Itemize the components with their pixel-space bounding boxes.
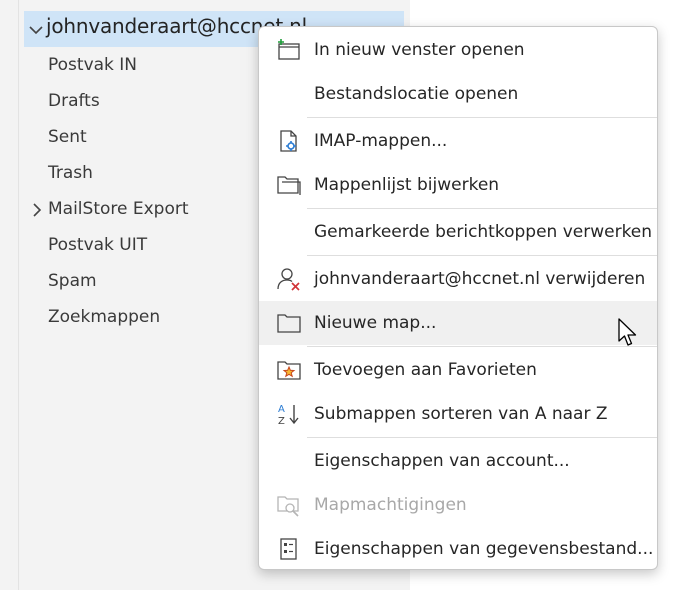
menu-separator <box>307 437 657 438</box>
folder-item-outbox[interactable]: Postvak UIT <box>48 235 147 255</box>
mouse-cursor-icon <box>618 318 637 346</box>
menu-item-label: Nieuwe map... <box>314 313 437 333</box>
context-menu: In nieuw venster openen Bestandslocatie … <box>258 26 658 570</box>
menu-item-account-properties[interactable]: Eigenschappen van account... <box>259 439 657 483</box>
pane-divider <box>18 0 19 590</box>
menu-separator <box>307 346 657 347</box>
svg-text:Z: Z <box>278 416 285 426</box>
remove-account-icon <box>277 268 300 291</box>
folder-list-icon <box>277 176 301 195</box>
folder-permissions-icon <box>277 496 299 517</box>
new-folder-icon <box>277 314 301 333</box>
folder-item-trash[interactable]: Trash <box>48 163 93 183</box>
menu-item-label: In nieuw venster openen <box>314 40 525 60</box>
chevron-right-icon[interactable] <box>31 203 43 217</box>
menu-item-open-new-window[interactable]: In nieuw venster openen <box>259 28 657 72</box>
menu-item-label: Eigenschappen van gegevensbestand... <box>314 539 654 559</box>
chevron-down-icon[interactable] <box>28 22 44 38</box>
folder-item-sent[interactable]: Sent <box>48 127 87 147</box>
menu-item-label: IMAP-mappen... <box>314 131 448 151</box>
data-file-properties-icon <box>280 538 297 560</box>
menu-item-imap-folders[interactable]: IMAP-mappen... <box>259 119 657 163</box>
menu-item-label: Bestandslocatie openen <box>314 84 519 104</box>
menu-item-folder-permissions[interactable]: Mapmachtigingen <box>259 483 657 527</box>
folder-item-mailstore-export[interactable]: MailStore Export <box>48 199 189 219</box>
menu-item-label: Eigenschappen van account... <box>314 451 570 471</box>
menu-item-label: Mapmachtigingen <box>314 495 467 515</box>
new-window-icon <box>278 39 300 60</box>
menu-item-data-file-properties[interactable]: Eigenschappen van gegevensbestand... <box>259 527 657 571</box>
menu-item-remove-account[interactable]: johnvanderaart@hccnet.nl verwijderen <box>259 257 657 301</box>
folder-item-spam[interactable]: Spam <box>48 271 97 291</box>
menu-item-sort-subfolders[interactable]: A Z Submappen sorteren van A naar Z <box>259 392 657 436</box>
menu-item-label: Gemarkeerde berichtkoppen verwerken <box>314 222 653 242</box>
folder-item-drafts[interactable]: Drafts <box>48 91 100 111</box>
menu-item-label: Mappenlijst bijwerken <box>314 175 500 195</box>
menu-item-label: Submappen sorteren van A naar Z <box>314 404 608 424</box>
menu-item-process-marked-headers[interactable]: Gemarkeerde berichtkoppen verwerken <box>259 210 657 254</box>
menu-item-add-to-favorites[interactable]: Toevoegen aan Favorieten <box>259 348 657 392</box>
svg-text:A: A <box>278 404 285 415</box>
menu-separator <box>307 208 657 209</box>
sort-az-icon: A Z <box>278 404 299 426</box>
menu-item-new-folder[interactable]: Nieuwe map... <box>259 301 657 345</box>
menu-separator <box>307 255 657 256</box>
menu-item-label: Toevoegen aan Favorieten <box>314 360 537 380</box>
menu-item-open-file-location[interactable]: Bestandslocatie openen <box>259 72 657 116</box>
folder-item-inbox[interactable]: Postvak IN <box>48 55 137 75</box>
imap-folders-icon <box>280 130 297 152</box>
menu-item-update-folder-list[interactable]: Mappenlijst bijwerken <box>259 163 657 207</box>
favorite-folder-icon <box>277 361 301 380</box>
folder-item-search-folders[interactable]: Zoekmappen <box>48 307 160 327</box>
menu-separator <box>307 117 657 118</box>
menu-item-label: johnvanderaart@hccnet.nl verwijderen <box>314 269 646 289</box>
